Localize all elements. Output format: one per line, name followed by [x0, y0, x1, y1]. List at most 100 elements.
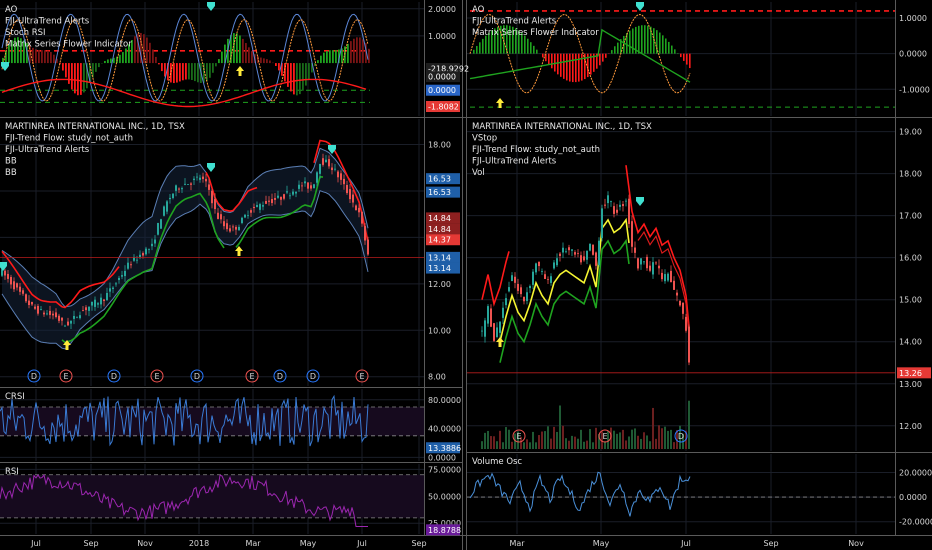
ao-histogram-bar: [326, 50, 328, 64]
candle-body: [106, 292, 108, 301]
ao-histogram-bar: [161, 63, 163, 72]
volume-bar: [571, 435, 573, 449]
candle-body: [337, 171, 339, 178]
candle-body: [499, 321, 501, 333]
candle-body: [640, 258, 642, 265]
volume-bar: [511, 441, 513, 449]
ao-histogram-bar: [212, 63, 214, 73]
candle-body: [286, 191, 288, 193]
ao-histogram-bar: [356, 37, 358, 64]
legend-item: VStop: [472, 134, 497, 144]
candle-body: [310, 185, 312, 189]
ao-histogram-bar: [548, 53, 550, 65]
volume-bar: [643, 432, 645, 449]
volume-bar: [664, 426, 666, 449]
volume-bar: [655, 438, 657, 449]
ao-histogram-bar: [80, 63, 82, 95]
y-tick-label: 16.00: [899, 254, 922, 263]
volume-bar: [544, 431, 546, 449]
legend-item: AO: [5, 5, 18, 15]
y-tick-label: 80.0000: [428, 396, 461, 405]
candle-body: [277, 195, 279, 198]
buy-arrow: [235, 246, 243, 256]
candle-body: [160, 219, 162, 229]
candle-body: [349, 189, 351, 200]
candle-body: [526, 292, 528, 301]
candle-body: [622, 204, 624, 207]
volume-bar: [667, 430, 669, 449]
candle-body: [244, 214, 246, 218]
candle-body: [229, 228, 231, 232]
ao-histogram-bar: [344, 46, 346, 64]
right-price-pane[interactable]: EED: [467, 165, 895, 449]
ao-histogram-bar: [95, 63, 97, 72]
event-marker-label: D: [194, 372, 200, 381]
left-grid: [0, 2, 424, 534]
volume-bar: [547, 426, 549, 449]
candle-body: [124, 270, 126, 277]
candle-body: [682, 302, 684, 314]
right-volume-osc-pane[interactable]: [467, 471, 895, 517]
candle-body: [589, 243, 591, 251]
ao-histogram-bar: [173, 63, 175, 84]
candle-body: [79, 315, 81, 319]
candle-body: [31, 301, 33, 305]
ao-histogram-bar: [614, 46, 616, 54]
ao-histogram-bar: [530, 42, 532, 54]
candle-body: [346, 184, 348, 194]
ao-histogram-bar: [689, 53, 691, 69]
ao-histogram-bar: [71, 63, 73, 90]
candle-body: [364, 226, 366, 241]
volume-bar: [580, 429, 582, 449]
ao-histogram-bar: [275, 63, 277, 66]
candle-body: [673, 280, 675, 290]
candle-body: [490, 308, 492, 327]
candle-body: [199, 177, 201, 180]
y-tick-label: 18.00: [899, 170, 922, 179]
volume-bar: [658, 425, 660, 449]
ao-histogram-bar: [245, 43, 247, 64]
ao-histogram-bar: [83, 63, 85, 93]
volume-bar: [568, 440, 570, 449]
event-marker-label: D: [111, 372, 117, 381]
candle-body: [49, 310, 51, 315]
candle-body: [502, 307, 504, 318]
ao-histogram-bar: [527, 38, 529, 54]
candle-body: [193, 178, 195, 181]
volume-bar: [592, 442, 594, 449]
candle-body: [601, 208, 603, 239]
legend-item: FJI-UltraTrend Alerts: [472, 17, 557, 27]
x-tick-label: 2018: [189, 539, 209, 548]
y-tick-label: 13.00: [899, 380, 922, 389]
y-tick-label: 15.00: [899, 296, 922, 305]
candle-body: [262, 205, 264, 207]
volume-bar: [595, 427, 597, 449]
ao-histogram-bar: [158, 63, 160, 65]
sell-arrow: [636, 2, 644, 11]
ao-histogram-bar: [659, 32, 661, 54]
x-tick-label: Nov: [137, 539, 153, 548]
x-tick-label: May: [300, 539, 317, 548]
candle-body: [340, 173, 342, 180]
event-marker-label: D: [678, 432, 684, 441]
y-tick-label: 1.0000: [428, 32, 456, 41]
volume-bar: [652, 407, 654, 449]
ao-histogram-bar: [350, 41, 352, 64]
candle-body: [88, 306, 90, 311]
price-badge-label: 16.53: [428, 188, 451, 197]
left-rsi-pane[interactable]: [0, 473, 424, 527]
volume-bar: [553, 426, 555, 449]
y-tick-label: 20.0000: [899, 468, 932, 477]
candle-body: [274, 198, 276, 200]
candle-body: [361, 211, 363, 224]
volume-bar: [499, 430, 501, 449]
candle-body: [334, 168, 336, 170]
left-crsi-pane[interactable]: [0, 394, 424, 447]
candle-body: [496, 327, 498, 337]
candle-body: [211, 190, 213, 204]
sell-arrow: [207, 2, 215, 11]
trend-red-line-2: [637, 230, 690, 336]
left-price-pane[interactable]: DEDEDEDDE: [0, 139, 424, 383]
x-tick-label: Mar: [245, 539, 261, 548]
legend-item: Vol: [472, 168, 485, 178]
